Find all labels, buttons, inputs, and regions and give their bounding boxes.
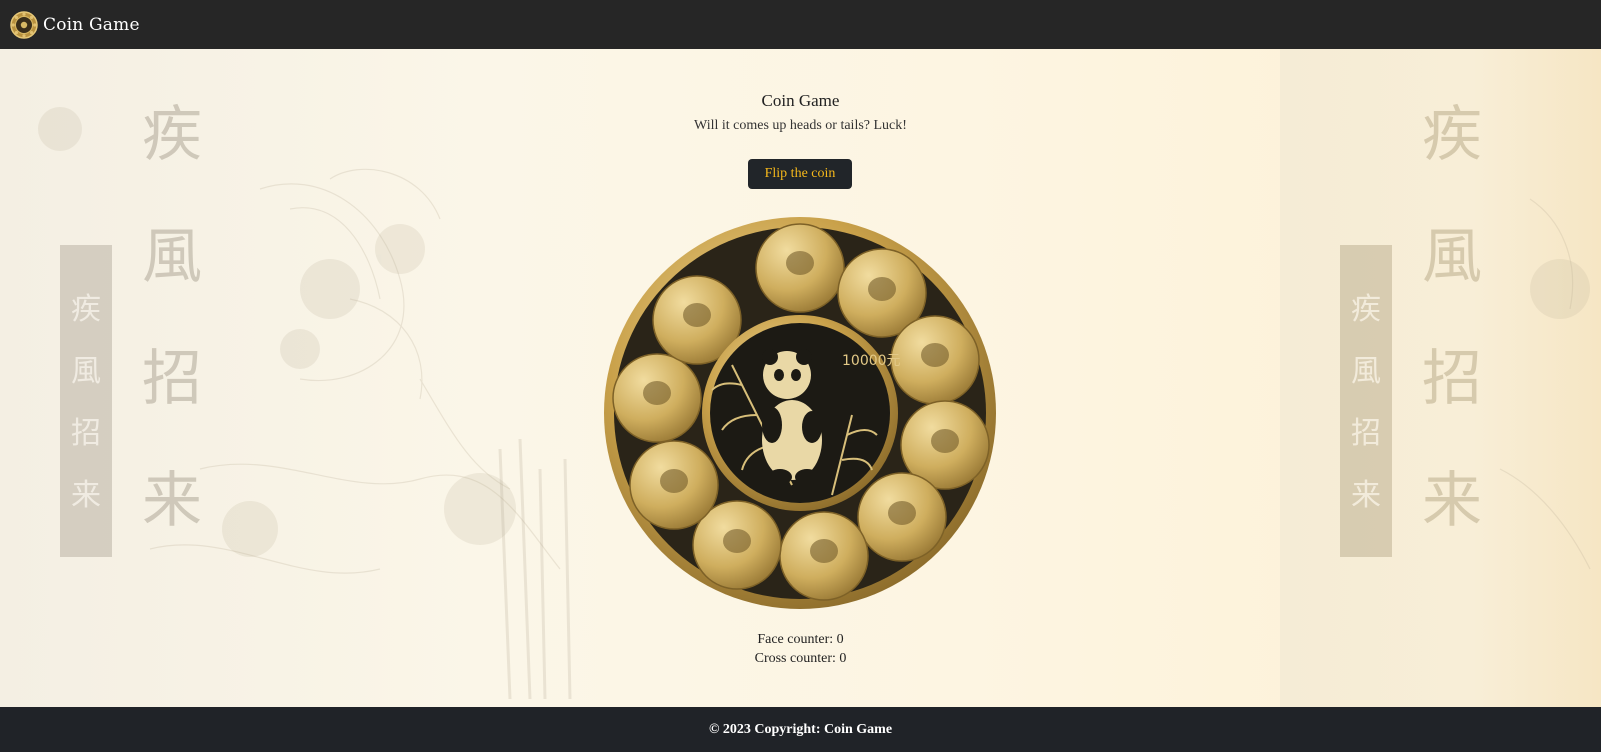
face-counter: Face counter: 0: [757, 632, 844, 647]
footer-copyright: © 2023 Copyright: Coin Game: [708, 721, 893, 737]
main-area: 疾 風 招 来 疾 風 招 来 疾 風 招 来 疾 風 招 来 Coin Gam…: [0, 49, 1601, 707]
coin-denomination: 10000元: [842, 353, 901, 369]
game-subtitle: Will it comes up heads or tails? Luck!: [694, 118, 907, 133]
flip-coin-button[interactable]: Flip the coin: [748, 159, 852, 189]
coin-image: 10000元: [604, 217, 996, 609]
game-title: Coin Game: [761, 91, 840, 110]
brand-text: Coin Game: [43, 14, 140, 35]
brand-link[interactable]: Coin Game: [10, 10, 140, 39]
coin-logo-icon: [10, 10, 38, 39]
footer: © 2023 Copyright: Coin Game: [0, 707, 1601, 752]
cross-counter: Cross counter: 0: [754, 651, 847, 666]
game-content: Coin Game Will it comes up heads or tail…: [0, 49, 1601, 707]
navbar: Coin Game: [0, 0, 1601, 49]
